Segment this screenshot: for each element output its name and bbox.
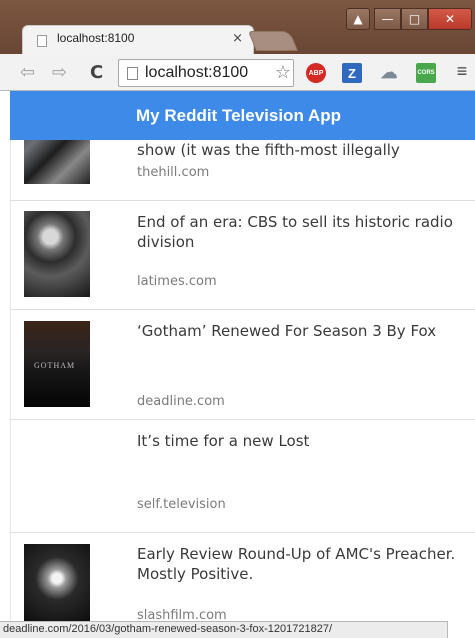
cors-icon[interactable]: CORS (416, 63, 436, 83)
maximize-button[interactable]: □ (401, 8, 428, 30)
post-domain: latimes.com (137, 274, 217, 289)
post-thumbnail[interactable] (24, 211, 90, 297)
post-domain: thehill.com (137, 165, 210, 180)
list-item[interactable]: End of an era: CBS to sell its historic … (11, 201, 475, 310)
forward-arrow-icon[interactable]: ⇨ (52, 62, 67, 83)
app-header: My Reddit Television App (10, 91, 475, 140)
post-feed[interactable]: show (it was the fifth-most illegally th… (10, 140, 475, 638)
cloud-icon[interactable]: ☁ (378, 63, 400, 83)
post-thumbnail[interactable]: GOTHAM (24, 321, 90, 407)
post-title[interactable]: End of an era: CBS to sell its historic … (137, 212, 469, 252)
new-tab-button[interactable] (247, 31, 299, 51)
post-title[interactable]: Early Review Round-Up of AMC's Preacher.… (137, 544, 469, 584)
post-thumbnail[interactable] (24, 140, 90, 184)
post-title[interactable]: It’s time for a new Lost (137, 431, 469, 451)
tab-close-icon[interactable]: × (232, 31, 243, 46)
browser-toolbar: ⇦ ⇨ C localhost:8100 ☆ ABP Z ☁ CORS ≡ (0, 54, 475, 91)
list-item[interactable]: show (it was the fifth-most illegally th… (11, 140, 475, 201)
post-thumbnail[interactable] (24, 544, 90, 630)
post-domain: self.television (137, 497, 226, 512)
tab-title: localhost:8100 (57, 31, 135, 45)
post-domain: deadline.com (137, 394, 225, 409)
address-bar-text[interactable]: localhost:8100 (145, 64, 271, 82)
app-title: My Reddit Television App (136, 105, 341, 125)
adblock-icon[interactable]: ABP (306, 63, 326, 83)
minimize-button[interactable]: — (374, 8, 401, 30)
browser-chrome: localhost:8100 × ▲ — □ ✕ ⇦ ⇨ C localhost… (0, 0, 475, 91)
browser-status-bar: deadline.com/2016/03/gotham-renewed-seas… (0, 621, 448, 638)
list-item[interactable]: It’s time for a new Lost self.television (11, 420, 475, 533)
list-item[interactable]: GOTHAM ‘Gotham’ Renewed For Season 3 By … (11, 310, 475, 420)
reload-icon[interactable]: C (90, 62, 103, 83)
thumbnail-text: GOTHAM (34, 361, 76, 370)
window-controls: ▲ — □ ✕ (346, 8, 472, 30)
page-icon (127, 67, 138, 80)
post-title[interactable]: ‘Gotham’ Renewed For Season 3 By Fox (137, 321, 469, 341)
user-icon[interactable]: ▲ (346, 8, 370, 30)
page-icon (37, 35, 47, 47)
z-extension-icon[interactable]: Z (342, 63, 362, 83)
star-icon[interactable]: ☆ (275, 62, 291, 83)
back-arrow-icon[interactable]: ⇦ (20, 62, 35, 83)
menu-icon[interactable]: ≡ (452, 61, 472, 81)
post-title[interactable]: show (it was the fifth-most illegally (137, 140, 469, 160)
address-bar[interactable]: localhost:8100 ☆ (118, 59, 294, 87)
window-titlebar: localhost:8100 × ▲ — □ ✕ (0, 0, 475, 54)
close-window-button[interactable]: ✕ (428, 8, 472, 30)
browser-tab[interactable]: localhost:8100 × (22, 25, 254, 54)
